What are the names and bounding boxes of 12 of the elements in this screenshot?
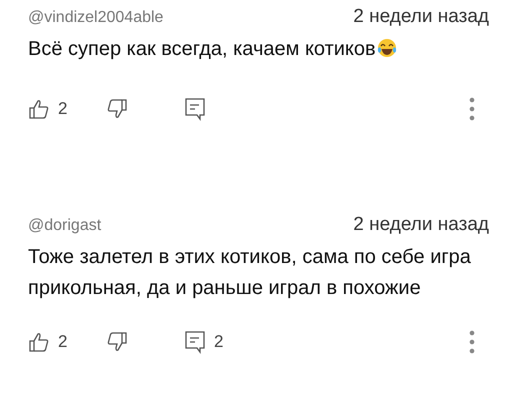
comment-text: Всё супер как всегда, качаем котиков [28, 38, 376, 60]
more-icon [469, 97, 475, 121]
like-button[interactable]: 2 [28, 98, 68, 120]
like-button[interactable]: 2 [28, 331, 68, 353]
comment-time: 2 недели назад [353, 214, 489, 236]
comment-author[interactable]: @dorigast [28, 217, 102, 235]
reply-button[interactable]: 2 [184, 330, 224, 354]
more-icon [469, 330, 475, 354]
comment-text: Тоже залетел в этих котиков, сама по себе игра прикольная, да и раньше играл в похожие [28, 246, 471, 299]
comment-time: 2 недели назад [353, 6, 489, 28]
comment-author[interactable]: @vindizel2004able [28, 9, 164, 27]
laughing-emoji-icon [376, 38, 397, 58]
